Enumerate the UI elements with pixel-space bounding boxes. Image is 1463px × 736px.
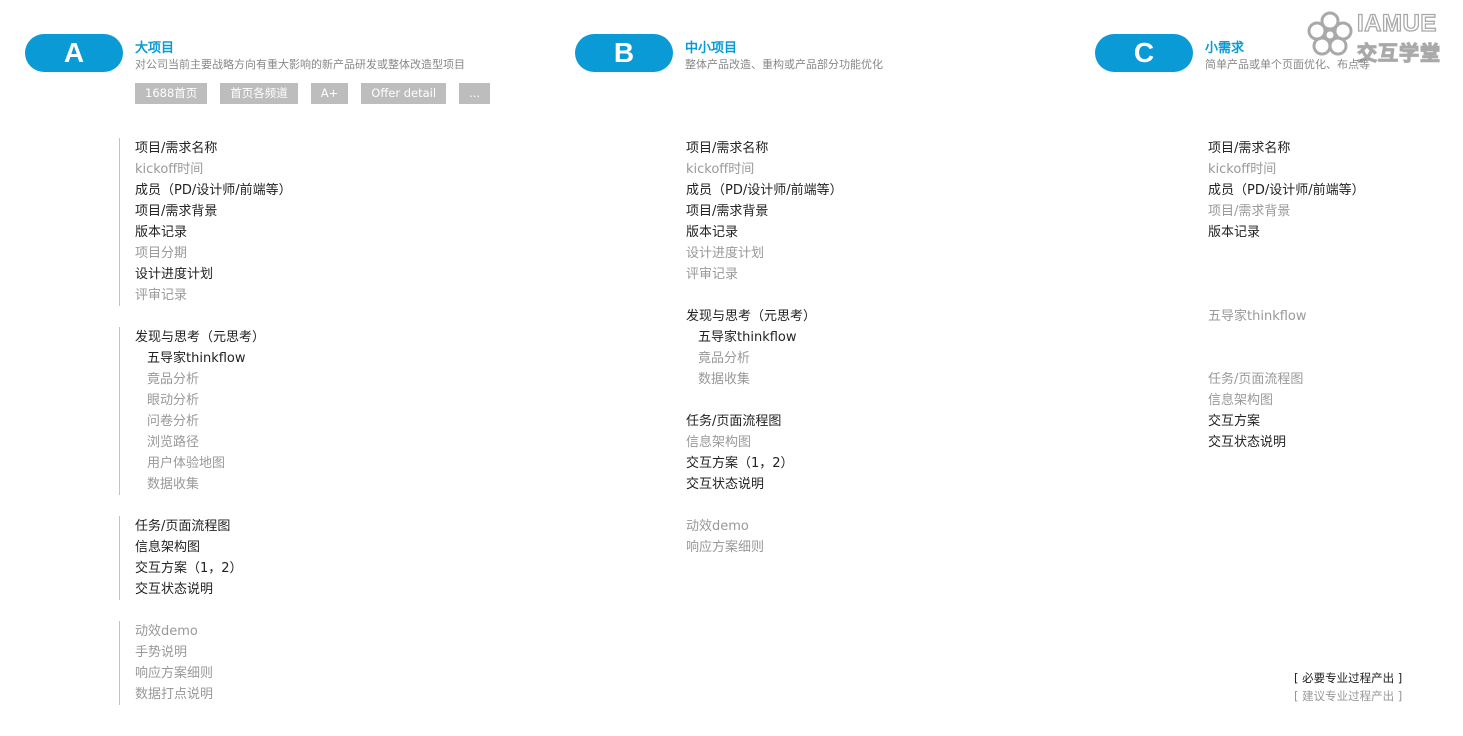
deliverable-item: 动效demo [686, 519, 749, 534]
deliverable-item: 项目/需求名称 [1208, 141, 1291, 156]
tag: 1688首页 [135, 83, 208, 104]
category-description: 整体产品改造、重构或产品部分功能优化 [685, 58, 883, 71]
deliverable-item: kickoff时间 [686, 162, 755, 177]
deliverable-item: 浏览路径 [147, 435, 200, 450]
deliverable-item: 交互状态说明 [135, 582, 214, 597]
deliverable-item: 数据打点说明 [135, 687, 214, 702]
deliverable-item: 响应方案细则 [135, 666, 214, 681]
deliverable-item: 项目/需求名称 [686, 141, 769, 156]
deliverable-item: 任务/页面流程图 [1208, 372, 1304, 387]
deliverable-item: 交互状态说明 [686, 477, 765, 492]
deliverable-group-research: 发现与思考（元思考） 五导家thinkflow 竟品分析 数据收集 [686, 306, 816, 390]
tag: Offer detail [361, 83, 447, 104]
deliverable-item: 响应方案细则 [686, 540, 765, 555]
deliverable-item: 设计进度计划 [686, 246, 765, 261]
deliverable-group-basic: 项目/需求名称 kickoff时间 成员（PD/设计师/前端等） 项目/需求背景… [119, 138, 292, 306]
deliverable-item: 信息架构图 [135, 540, 201, 555]
deliverable-group-design: 任务/页面流程图 信息架构图 交互方案（1，2） 交互状态说明 [686, 411, 794, 495]
category-description: 简单产品或单个页面优化、布点等 [1205, 58, 1370, 71]
deliverable-group-design: 任务/页面流程图 信息架构图 交互方案 交互状态说明 [1208, 369, 1303, 453]
deliverable-item: 竟品分析 [147, 372, 200, 387]
deliverable-group-research: 五导家thinkflow [1208, 306, 1307, 327]
deliverable-item: 版本记录 [686, 225, 739, 240]
deliverable-item: 问卷分析 [147, 414, 200, 429]
deliverable-item: 任务/页面流程图 [135, 519, 231, 534]
deliverable-item: 项目分期 [135, 246, 188, 261]
deliverable-item: 交互方案 [1208, 414, 1261, 429]
deliverable-item: 版本记录 [135, 225, 188, 240]
deliverable-item: 评审记录 [135, 288, 188, 303]
tag: ... [459, 83, 491, 104]
example-tags: 1688首页 首页各频道 A+ Offer detail ... [135, 83, 503, 104]
deliverable-item: kickoff时间 [1208, 162, 1277, 177]
deliverable-item: 信息架构图 [686, 435, 752, 450]
deliverable-item: 成员（PD/设计师/前端等） [135, 183, 292, 198]
deliverable-item: 数据收集 [147, 477, 200, 492]
deliverable-item: 项目/需求背景 [686, 204, 769, 219]
deliverable-item: 五导家thinkflow [1208, 309, 1307, 324]
deliverable-item: 评审记录 [686, 267, 739, 282]
tag: 首页各频道 [220, 83, 298, 104]
deliverable-group-extra: 动效demo 响应方案细则 [686, 516, 764, 558]
legend: [ 必要专业过程产出 ] [ 建议专业过程产出 ] [1294, 669, 1402, 705]
category-title: 大项目 [135, 41, 175, 56]
category-badge: A [25, 34, 123, 72]
deliverable-item: 项目/需求背景 [135, 204, 218, 219]
deliverable-item: 竟品分析 [698, 351, 751, 366]
category-title: 小需求 [1205, 41, 1245, 56]
category-title: 中小项目 [685, 41, 738, 56]
deliverable-item: 五导家thinkflow [147, 351, 246, 366]
legend-optional: [ 建议专业过程产出 ] [1294, 689, 1403, 703]
tag: A+ [310, 83, 349, 104]
category-description: 对公司当前主要战略方向有重大影响的新产品研发或整体改造型项目 [135, 58, 465, 71]
deliverable-item: 五导家thinkflow [698, 330, 797, 345]
category-badge: C [1095, 34, 1193, 72]
deliverable-item: kickoff时间 [135, 162, 204, 177]
deliverable-item: 交互方案（1，2） [686, 456, 794, 471]
deliverable-item: 成员（PD/设计师/前端等） [1208, 183, 1365, 198]
deliverable-group-design: 任务/页面流程图 信息架构图 交互方案（1，2） 交互状态说明 [119, 516, 243, 600]
deliverable-item: 交互方案（1，2） [135, 561, 243, 576]
deliverable-item: 交互状态说明 [1208, 435, 1287, 450]
deliverable-group-basic: 项目/需求名称 kickoff时间 成员（PD/设计师/前端等） 项目/需求背景… [686, 138, 843, 285]
deliverable-item: 动效demo [135, 624, 198, 639]
deliverable-item: 项目/需求名称 [135, 141, 218, 156]
deliverable-item: 眼动分析 [147, 393, 200, 408]
deliverable-item: 手势说明 [135, 645, 188, 660]
deliverable-item: 发现与思考（元思考） [686, 309, 817, 324]
deliverable-item: 项目/需求背景 [1208, 204, 1291, 219]
deliverable-group-research: 发现与思考（元思考） 五导家thinkflow 竟品分析 眼动分析 问卷分析 浏… [119, 327, 265, 495]
deliverable-item: 信息架构图 [1208, 393, 1274, 408]
deliverable-group-extra: 动效demo 手势说明 响应方案细则 数据打点说明 [119, 621, 213, 705]
deliverable-item: 任务/页面流程图 [686, 414, 782, 429]
deliverable-item: 版本记录 [1208, 225, 1261, 240]
deliverable-item: 用户体验地图 [147, 456, 226, 471]
deliverable-item: 发现与思考（元思考） [135, 330, 266, 345]
category-badge: B [575, 34, 673, 72]
deliverable-group-basic: 项目/需求名称 kickoff时间 成员（PD/设计师/前端等） 项目/需求背景… [1208, 138, 1365, 243]
logo-text-en: IAMUE [1356, 9, 1437, 37]
deliverable-item: 设计进度计划 [135, 267, 214, 282]
deliverable-item: 成员（PD/设计师/前端等） [686, 183, 843, 198]
deliverable-item: 数据收集 [698, 372, 751, 387]
legend-required: [ 必要专业过程产出 ] [1294, 671, 1403, 685]
